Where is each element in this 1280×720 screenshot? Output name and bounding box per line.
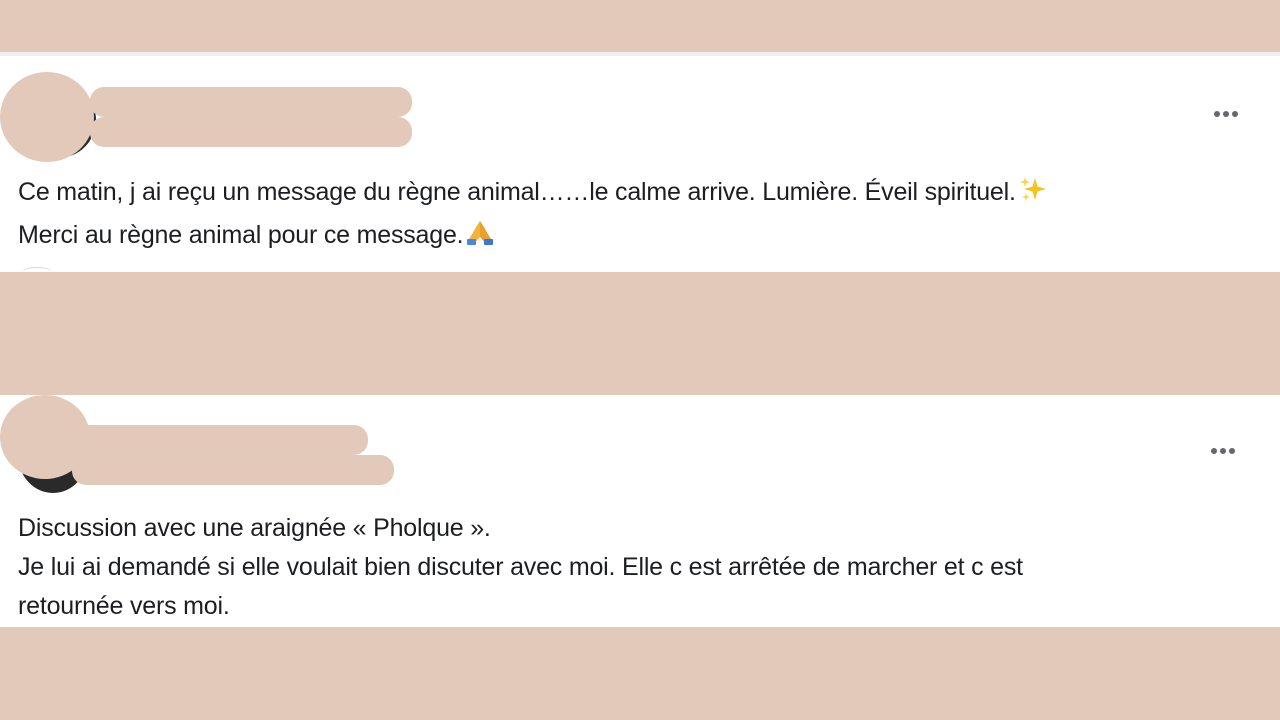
author-name-redaction [90, 87, 412, 117]
ellipsis-dot [1220, 448, 1226, 454]
post-text-line: Ce matin, j ai reçu un message du règne … [18, 173, 1200, 216]
ellipsis-horizontal-icon [1211, 448, 1217, 454]
post-text-line-content: Merci au règne animal pour ce message. [18, 221, 464, 249]
post-text-line-content: Ce matin, j ai reçu un message du règne … [18, 178, 1016, 206]
ellipsis-dot [1229, 448, 1235, 454]
avatar-redaction [0, 72, 94, 162]
post-meta-redaction [90, 117, 412, 147]
post-text-line: Je lui ai demandé si elle voulait bien d… [18, 553, 1023, 581]
ellipsis-horizontal-icon [1214, 111, 1220, 117]
folded-hands-icon [465, 219, 495, 259]
author-name-redaction [72, 425, 368, 455]
post-card: Ce matin, j ai reçu un message du règne … [0, 56, 1280, 272]
post-text-line: retournée vers moi. [18, 592, 230, 620]
post-text: Discussion avec une araignée « Pholque »… [18, 509, 1190, 626]
next-element-edge [22, 267, 52, 278]
screenshot-canvas: Ce matin, j ai reçu un message du règne … [0, 0, 1280, 720]
more-options-button[interactable] [1203, 440, 1243, 462]
post-text-line: Discussion avec une araignée « Pholque »… [18, 514, 491, 542]
ellipsis-dot [1223, 111, 1229, 117]
post-card: Discussion avec une araignée « Pholque »… [0, 395, 1280, 627]
ellipsis-dot [1232, 111, 1238, 117]
sparkles-icon [1018, 176, 1048, 216]
more-options-button[interactable] [1206, 103, 1246, 125]
post-meta-redaction [72, 455, 394, 485]
post-text-line: Merci au règne animal pour ce message. [18, 216, 1200, 259]
post-text: Ce matin, j ai reçu un message du règne … [18, 173, 1200, 259]
